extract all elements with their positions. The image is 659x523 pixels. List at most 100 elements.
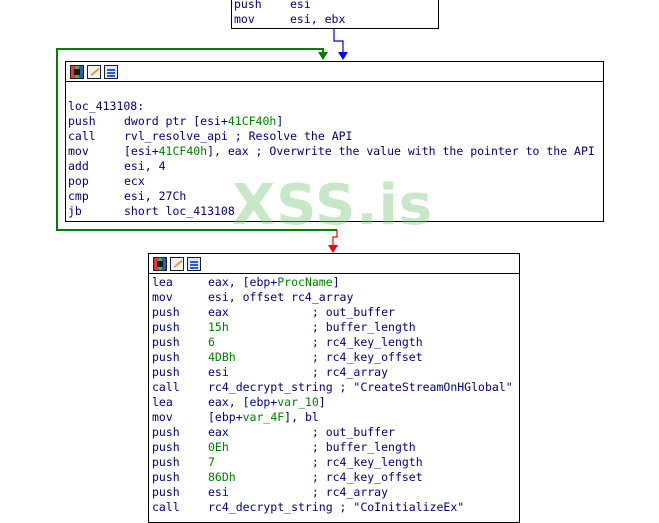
mnemonic: call (152, 380, 180, 394)
code-line[interactable]: mov esi, ebx (234, 12, 438, 27)
operand-text: esi, 4 (124, 159, 166, 173)
operand-text: esi ; rc4_array (208, 365, 389, 379)
code-line[interactable]: mov [esi+41CF40h], eax ; Overwrite the va… (68, 144, 603, 159)
grid-icon[interactable] (70, 64, 84, 79)
edge-top-to-middle (333, 29, 344, 56)
code-line[interactable]: push 4DBh ; rc4_key_offset (152, 350, 519, 365)
operand-constant: 6 (208, 335, 215, 349)
graph-icon[interactable] (187, 256, 201, 271)
operands: esi, ebx (290, 12, 345, 27)
edge-loop-arrowhead (318, 52, 328, 60)
operand-text: esi (290, 0, 311, 11)
mnemonic: push (152, 485, 180, 499)
operand-text: [esi+ (124, 144, 159, 158)
mnemonic: jb (68, 204, 82, 218)
code-line[interactable]: call rvl_resolve_api ; Resolve the API (68, 129, 603, 144)
code-lines: push esi mov esi, ebx (232, 0, 438, 27)
operand-text: ] (318, 395, 326, 409)
operand-text: rc4_decrypt_string ; "CreateStreamOnHGlo… (208, 380, 513, 394)
mnemonic: add (68, 159, 89, 173)
code-line[interactable]: push 7 ; rc4_key_length (152, 455, 519, 470)
mnemonic: push (152, 350, 180, 364)
code-line[interactable]: push dword ptr [esi+41CF40h] (68, 114, 603, 129)
mnemonic: push (152, 320, 180, 334)
mnemonic: push (68, 114, 96, 128)
operand-constant: var_4F (242, 410, 285, 424)
operand-text: ecx (124, 174, 145, 188)
edge-bottom-arrowhead (328, 245, 338, 253)
operand-text: ; rc4_key_length (214, 335, 423, 349)
code-line[interactable]: cmp esi, 27Ch (68, 189, 603, 204)
code-line[interactable]: lea eax, [ebp+var_10] (152, 395, 519, 410)
operand-text: ; buffer_length (228, 440, 416, 454)
mnemonic: call (68, 129, 96, 143)
code-line[interactable]: push esi (234, 0, 438, 12)
operand-text: ], bl (284, 410, 319, 424)
operands: eax ; out_buffer (208, 305, 395, 320)
operands: eax, [ebp+var_10] (208, 395, 326, 410)
code-line[interactable]: pop ecx (68, 174, 603, 189)
operand-constant: 41CF40h (158, 144, 208, 158)
edit-icon[interactable] (87, 64, 101, 79)
code-line[interactable]: loc_413108: (68, 99, 603, 114)
operands: esi, offset rc4_array (208, 290, 353, 305)
operand-constant: 86Dh (208, 470, 236, 484)
operand-constant: ProcName (277, 275, 333, 289)
operands: dword ptr [esi+41CF40h] (124, 114, 283, 129)
mnemonic: push (152, 335, 180, 349)
code-line[interactable] (68, 84, 603, 99)
operands: rc4_decrypt_string ; "CreateStreamOnHGlo… (208, 380, 513, 395)
code-line[interactable]: push eax ; out_buffer (152, 305, 519, 320)
operand-constant: 0Eh (208, 440, 229, 454)
operand-text: ; rc4_key_offset (235, 470, 423, 484)
operands: 15h ; buffer_length (208, 320, 416, 335)
operands: 4DBh ; rc4_key_offset (208, 350, 423, 365)
block-header (66, 62, 603, 82)
code-line[interactable]: push 86Dh ; rc4_key_offset (152, 470, 519, 485)
code-line[interactable]: add esi, 4 (68, 159, 603, 174)
mnemonic: lea (152, 395, 173, 409)
mnemonic: push (152, 455, 180, 469)
operands: 6 ; rc4_key_length (208, 335, 423, 350)
operand-text: esi, offset rc4_array (208, 290, 354, 304)
operand-text: ; rc4_key_length (214, 455, 423, 469)
operands: esi ; rc4_array (208, 485, 388, 500)
code-block-loop[interactable]: loc_413108: push dword ptr [esi+41CF40h] ca… (65, 61, 604, 222)
code-line[interactable]: lea eax, [ebp+ProcName] (152, 275, 519, 290)
code-line[interactable]: call rc4_decrypt_string ; "CreateStreamOn… (152, 380, 519, 395)
operand-text: rc4_decrypt_string ; "CoInitializeEx" (208, 500, 465, 514)
mnemonic: mov (68, 144, 89, 158)
operand-text: ] (276, 114, 284, 128)
code-line[interactable]: push esi ; rc4_array (152, 485, 519, 500)
code-line[interactable]: jb short loc_413108 (68, 204, 603, 219)
operands: [ebp+var_4F], bl (208, 410, 319, 425)
mnemonic: cmp (68, 189, 89, 203)
code-line[interactable]: push 6 ; rc4_key_length (152, 335, 519, 350)
operand-constant: 15h (208, 320, 229, 334)
code-line[interactable]: push eax ; out_buffer (152, 425, 519, 440)
operand-text: [ebp+ (208, 410, 243, 424)
graph-icon[interactable] (104, 64, 118, 79)
code-line[interactable]: mov [ebp+var_4F], bl (152, 410, 519, 425)
code-block-top[interactable]: push esi mov esi, ebx (231, 0, 439, 29)
operand-text: eax ; out_buffer (208, 425, 395, 439)
code-line[interactable]: push esi ; rc4_array (152, 365, 519, 380)
operands: esi ; rc4_array (208, 365, 388, 380)
mnemonic: push (152, 305, 180, 319)
code-line[interactable]: push 15h ; buffer_length (152, 320, 519, 335)
grid-icon[interactable] (153, 256, 167, 271)
edit-icon[interactable] (170, 256, 184, 271)
edge-top-arrowhead (338, 52, 348, 60)
code-line[interactable]: push 0Eh ; buffer_length (152, 440, 519, 455)
operand-constant: 7 (208, 455, 215, 469)
mnemonic: loc_413108: (68, 99, 145, 113)
code-lines: lea eax, [ebp+ProcName] mov esi, offset rc4… (149, 274, 519, 515)
code-block-decrypt[interactable]: lea eax, [ebp+ProcName] mov esi, offset rc4… (148, 253, 520, 523)
operand-text: dword ptr [esi+ (124, 114, 228, 128)
mnemonic: push (152, 470, 180, 484)
mnemonic: lea (152, 275, 173, 289)
mnemonic: push (152, 365, 180, 379)
operand-text: ], eax ; Overwrite the value with the po… (207, 144, 595, 158)
mnemonic: push (152, 440, 180, 454)
code-line[interactable]: mov esi, offset rc4_array (152, 290, 519, 305)
